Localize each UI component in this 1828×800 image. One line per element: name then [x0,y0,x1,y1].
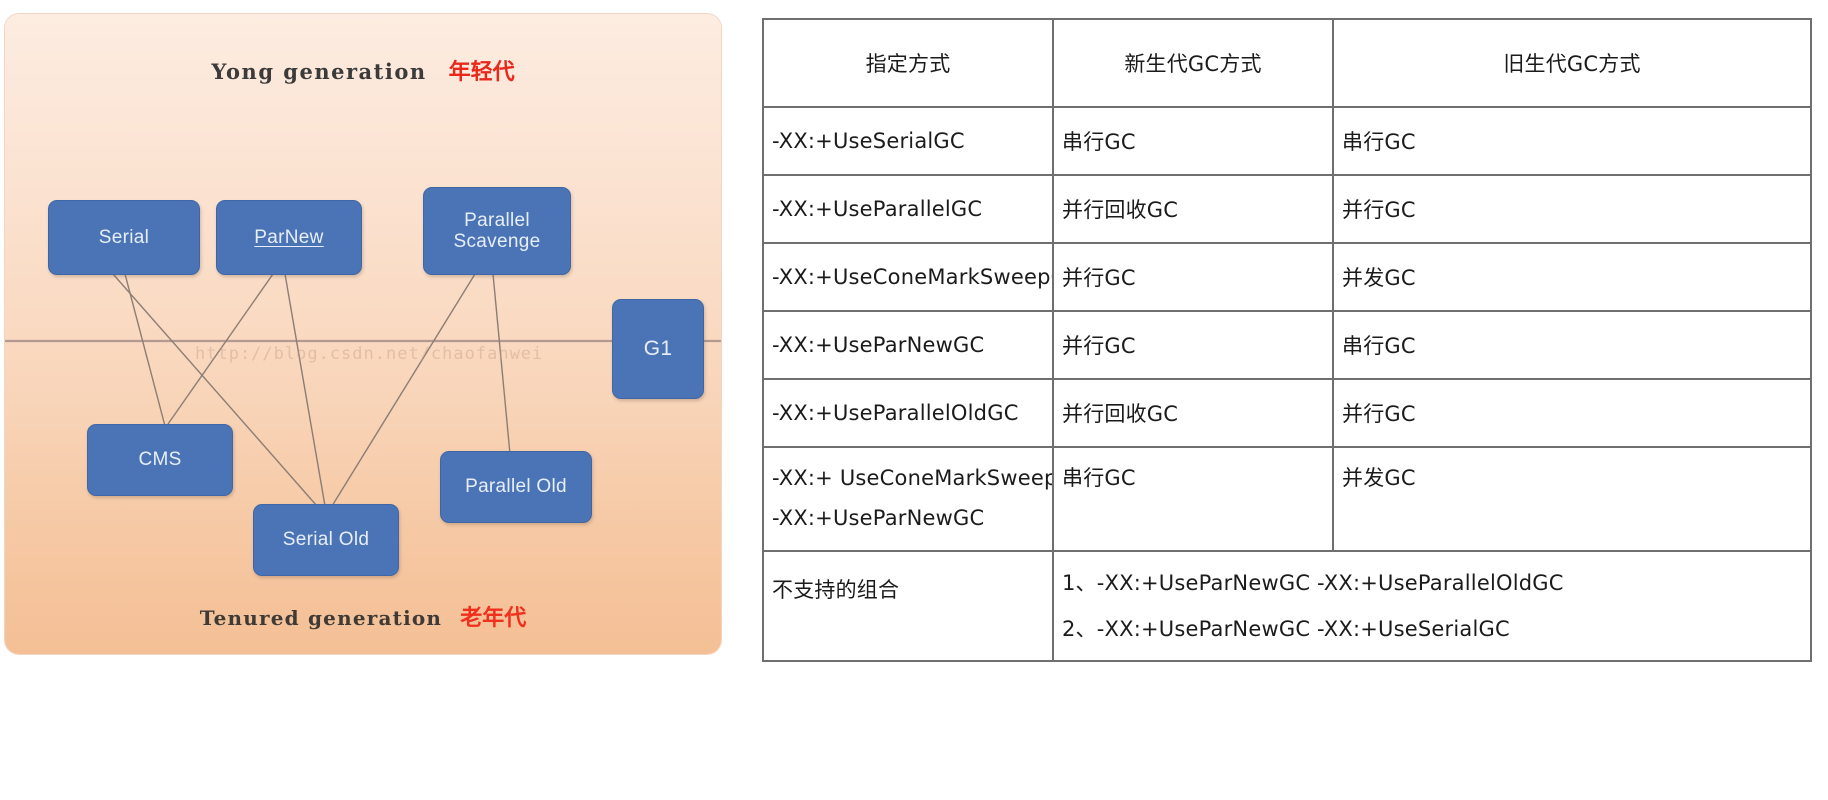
table-row: -XX:+UseParNewGC 并行GC 串行GC [762,310,1812,380]
node-g1[interactable]: G1 [612,299,704,399]
watermark-text: http://blog.csdn.net/chaofanwei [195,344,544,364]
cell-old-gc: 并发GC [1332,242,1812,312]
column-header-option: 指定方式 [762,18,1054,108]
table-row: -XX:+ UseConeMarkSweepGC -XX:+UseParNewG… [762,446,1812,552]
node-parallel-old[interactable]: Parallel Old [440,451,592,523]
cell-option: -XX:+UseParallelGC [762,174,1054,244]
column-header-old-gc: 旧生代GC方式 [1332,18,1812,108]
node-cms[interactable]: CMS [87,424,233,496]
cell-young-gc: 并行GC [1052,310,1334,380]
gc-option-table: 指定方式 新生代GC方式 旧生代GC方式 -XX:+UseSerialGC 串行… [762,18,1812,662]
tenured-generation-label-en: Tenured generation [199,606,443,630]
gc-option-table-panel: 指定方式 新生代GC方式 旧生代GC方式 -XX:+UseSerialGC 串行… [762,18,1812,662]
connector-ps-to-parallelold [492,273,511,455]
screenshot-stage: Yong generation 年轻代 http://blog.csdn.net/… [0,0,1828,800]
cell-young-gc: 串行GC [1052,106,1334,176]
table-header-row: 指定方式 新生代GC方式 旧生代GC方式 [762,18,1812,108]
cell-option: -XX:+UseConeMarkSweepGC [762,242,1054,312]
node-serial-old-label: Serial Old [282,529,370,551]
node-g1-label: G1 [643,337,673,361]
table-row: -XX:+UseConeMarkSweepGC 并行GC 并发GC [762,242,1812,312]
cell-option: -XX:+ UseConeMarkSweepGC -XX:+UseParNewG… [762,446,1054,552]
table-row-unsupported: 不支持的组合 1、-XX:+UseParNewGC -XX:+UseParall… [762,550,1812,662]
young-generation-label-en: Yong generation [211,59,427,84]
column-header-young-gc: 新生代GC方式 [1052,18,1334,108]
cell-old-gc: 并发GC [1332,446,1812,552]
cell-young-gc: 并行回收GC [1052,378,1334,448]
cell-option: -XX:+UseSerialGC [762,106,1054,176]
cell-old-gc: 并行GC [1332,378,1812,448]
node-parnew-label: ParNew [254,226,324,248]
node-parallel-scavenge-label-line2: Scavenge [453,231,541,252]
cell-option-line1: -XX:+ UseConeMarkSweepGC [772,466,1051,491]
tenured-generation-title: Tenured generation 老年代 [5,600,721,632]
cell-young-gc: 串行GC [1052,446,1334,552]
node-serial[interactable]: Serial [48,200,200,275]
cell-young-gc: 并行GC [1052,242,1334,312]
young-generation-label-cn: 年轻代 [448,60,515,85]
table-row: -XX:+UseSerialGC 串行GC 串行GC [762,106,1812,176]
cell-old-gc: 串行GC [1332,310,1812,380]
gc-collector-diagram-panel: Yong generation 年轻代 http://blog.csdn.net/… [5,14,721,654]
cell-old-gc: 并行GC [1332,174,1812,244]
cell-option-line2: -XX:+UseParNewGC [772,506,985,530]
tenured-generation-label-cn: 老年代 [460,606,527,631]
cell-option: -XX:+UseParallelOldGC [762,378,1054,448]
node-serial-label: Serial [98,226,150,248]
node-serial-old[interactable]: Serial Old [253,504,399,576]
node-cms-label: CMS [138,449,182,471]
connector-parnew-to-serialold [284,273,326,507]
node-parnew[interactable]: ParNew [216,200,362,275]
table-row: -XX:+UseParallelGC 并行回收GC 并行GC [762,174,1812,244]
cell-unsupported-label: 不支持的组合 [762,550,1054,662]
connector-serial-to-cms [124,273,166,427]
cell-option: -XX:+UseParNewGC [762,310,1054,380]
cell-unsupported-items: 1、-XX:+UseParNewGC -XX:+UseParallelOldGC… [1052,550,1812,662]
node-parallel-old-label: Parallel Old [465,476,567,498]
unsupported-item-2: 2、-XX:+UseParNewGC -XX:+UseSerialGC [1062,617,1510,641]
node-parallel-scavenge-label-line1: Parallel [464,209,530,231]
unsupported-item-1: 1、-XX:+UseParNewGC -XX:+UseParallelOldGC [1062,570,1564,595]
young-generation-title: Yong generation 年轻代 [5,54,721,86]
cell-old-gc: 串行GC [1332,106,1812,176]
table-row: -XX:+UseParallelOldGC 并行回收GC 并行GC [762,378,1812,448]
node-parallel-scavenge[interactable]: Parallel Scavenge [423,187,571,275]
cell-young-gc: 并行回收GC [1052,174,1334,244]
